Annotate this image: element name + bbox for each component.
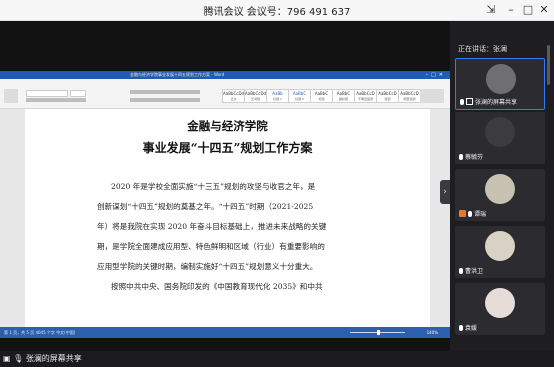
participant-name: 曹洪卫: [459, 266, 483, 275]
heading-plan: 事业发展“十四五”规划工作方案: [142, 141, 313, 155]
participant-name-text: 蔡毓芬: [465, 154, 484, 161]
style-option[interactable]: AaBbCcD 强调: [376, 89, 399, 103]
document-gutter-left: [0, 109, 25, 327]
style-name: 不明显强调: [357, 97, 373, 101]
font-name-box: [26, 90, 68, 97]
host-icon: [459, 210, 466, 217]
share-label-text: 张澜的屏幕共享: [25, 354, 82, 363]
bottom-bar: ▣ 🎙 张澜的屏幕共享: [0, 351, 554, 367]
style-option[interactable]: AaBb 标题 1: [266, 89, 289, 103]
style-sample: AaBbC: [292, 91, 307, 96]
paragraph-line: 创新谋划“十四五”规划的奠基之年。“十四五”时期（2021-2025: [97, 202, 314, 211]
pin-button[interactable]: ⇲: [482, 1, 500, 19]
style-option[interactable]: AaBbC 标题 2: [288, 89, 311, 103]
style-name: 标题 1: [273, 97, 282, 101]
participant-avatar: [485, 174, 515, 204]
paragraph-line: 应用型学院的关键时期，编制实施好“十四五”规划意义十分重大。: [97, 262, 318, 271]
participant-name: 蔡毓芬: [459, 152, 483, 161]
mic-icon: [459, 325, 463, 331]
document-gutter-right: [430, 109, 450, 327]
paragraph-line: 2020 年是学校全面实施“十三五”规划的攻坚与收官之年，是: [111, 182, 316, 191]
style-sample: AaBbCcD: [400, 91, 419, 96]
minimize-button[interactable]: –: [502, 1, 520, 19]
participant-name-text: 谭瑞: [474, 211, 487, 218]
font-size-box: [70, 90, 86, 97]
participant-tile[interactable]: 谭瑞: [455, 169, 545, 221]
editing-group: [420, 89, 444, 103]
close-button[interactable]: ✕: [535, 1, 553, 19]
word-statusbar: 第 1 页，共 5 页 4045 个字 中文(中国) 140%: [0, 327, 450, 338]
share-label: ▣ 🎙 张澜的屏幕共享: [3, 353, 82, 364]
style-option[interactable]: AaBbCcDd 正文: [222, 89, 245, 103]
word-ribbon-tabs: 文件开始插入设计布局引用邮件审阅视图帮助告诉我你想要做什么: [0, 79, 450, 96]
mic-icon: 🎙: [13, 354, 24, 363]
mic-icon: [459, 154, 463, 160]
mic-icon: [460, 99, 464, 105]
participant-name-text: 曹洪卫: [465, 268, 484, 275]
participant-name-text: 张澜的屏幕共享: [475, 99, 518, 106]
participant-avatar: [485, 231, 515, 261]
window-titlebar: 腾讯会议 会议号：796 491 637 ⇲ – □ ✕: [0, 0, 554, 21]
participant-name: 袁媛: [459, 323, 477, 332]
style-sample: AaBbCcD: [378, 91, 397, 96]
style-option[interactable]: AaBbCcD 不明显强调: [354, 89, 377, 103]
style-name: 标题 2: [295, 97, 304, 101]
style-option[interactable]: AaBbCcDd 无间隔: [244, 89, 267, 103]
word-status-info: 第 1 页，共 5 页 4045 个字 中文(中国): [4, 330, 76, 335]
participant-tile[interactable]: 蔡毓芬: [455, 112, 545, 164]
font-format-buttons: [26, 98, 86, 102]
style-sample: AaBbC: [336, 91, 351, 96]
document-paragraph: 2020 年是学校全面实施“十三五”规划的攻坚与收官之年，是 创新谋划“十四五”…: [97, 177, 359, 297]
paragraph-line: 年）将是我院在实现 2020 年奋斗目标基础上，推进未来战略的关键: [97, 222, 327, 231]
style-sample: AaBbCcDd: [245, 91, 267, 96]
participant-tile[interactable]: 张澜的屏幕共享: [455, 58, 545, 110]
paste-icon: [4, 89, 18, 103]
document-page: 金融与经济学院 事业发展“十四五”规划工作方案 2020 年是学校全面实施“十三…: [25, 109, 430, 327]
paragraph-buttons: [130, 90, 200, 94]
mic-icon: [468, 211, 472, 217]
style-sample: AaBb: [272, 91, 283, 96]
style-name: 正文: [230, 97, 237, 101]
zoom-level: 140%: [426, 330, 438, 335]
participant-name: 张澜的屏幕共享: [460, 97, 517, 106]
word-title: 金融与经济学院事业发展十四五规划工作方案 - Word: [130, 72, 225, 77]
participant-avatar: [485, 288, 515, 318]
style-name: 无间隔: [250, 97, 260, 101]
style-name: 明显强调: [403, 97, 416, 101]
screen-share-icon: ▣: [3, 354, 11, 363]
participant-tile[interactable]: 袁媛: [455, 283, 545, 335]
collapse-sidebar-button[interactable]: ›: [440, 180, 450, 204]
style-name: 标题: [318, 97, 325, 101]
speaking-indicator: 正在讲话：张澜: [458, 45, 507, 53]
participant-avatar: [486, 64, 516, 94]
word-document-window: 金融与经济学院事业发展十四五规划工作方案 - Word –□✕ 文件开始插入设计…: [0, 71, 450, 338]
style-option[interactable]: AaBbC 标题: [310, 89, 333, 103]
style-option[interactable]: AaBbC 副标题: [332, 89, 355, 103]
sidebar-scrollbar[interactable]: [547, 45, 550, 85]
mic-icon: [459, 268, 463, 274]
participant-name: 谭瑞: [459, 209, 486, 218]
word-window-controls: –□✕: [425, 72, 446, 78]
participant-tile[interactable]: 曹洪卫: [455, 226, 545, 278]
heading-college: 金融与经济学院: [187, 119, 268, 133]
participant-avatar: [485, 117, 515, 147]
paragraph-line: 期，是学院全面建成应用型、特色鲜明和区域（行业）有重要影响的: [97, 242, 325, 251]
style-sample: AaBbCcDd: [223, 91, 245, 96]
word-ribbon: AaBbCcDd 正文 AaBbCcDd 无间隔 AaBb 标题 1 AaBbC 标题 2 Aa…: [0, 86, 450, 109]
alignment-buttons: [130, 98, 200, 102]
shared-screen-area: 金融与经济学院事业发展十四五规划工作方案 - Word –□✕ 文件开始插入设计…: [0, 21, 450, 351]
paragraph-line: 按照中共中央、国务院印发的《中国教育现代化 2035》和中共: [111, 282, 323, 291]
style-name: 强调: [384, 97, 391, 101]
zoom-slider-knob[interactable]: [377, 330, 380, 335]
word-titlebar: 金融与经济学院事业发展十四五规划工作方案 - Word –□✕: [0, 71, 450, 79]
style-sample: AaBbC: [314, 91, 329, 96]
participant-name-text: 袁媛: [465, 325, 478, 332]
style-sample: AaBbCcD: [356, 91, 375, 96]
style-name: 副标题: [338, 97, 348, 101]
window-title: 腾讯会议 会议号：796 491 637: [203, 7, 351, 18]
screen-icon: [466, 98, 473, 105]
style-option[interactable]: AaBbCcD 明显强调: [398, 89, 421, 103]
